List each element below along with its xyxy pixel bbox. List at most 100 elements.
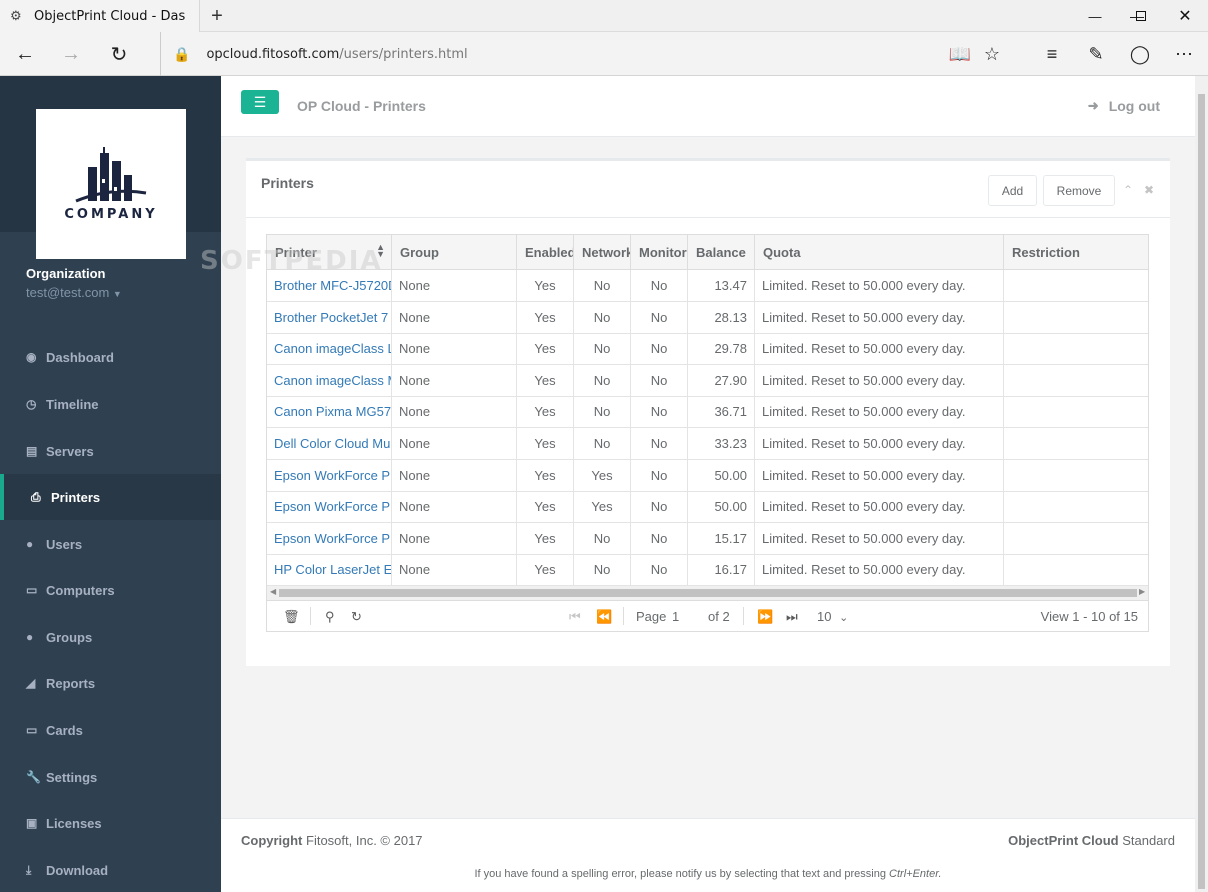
sidebar-item-label: Cards (46, 722, 83, 738)
table-row[interactable]: Epson WorkForce P None Yes Yes No 50.00 Limite… (267, 459, 1148, 492)
remove-button[interactable]: Remove (1043, 175, 1115, 206)
scroll-right-icon[interactable]: ▶ (1139, 587, 1145, 596)
table-row[interactable]: Dell Color Cloud Mu None Yes No No 33.23 Limit… (267, 428, 1148, 460)
collapse-icon[interactable]: ⌃ (1123, 183, 1133, 197)
cell-network: No (574, 364, 631, 396)
cell-printer[interactable]: HP Color LaserJet Er (267, 554, 392, 586)
sidebar-item-licenses[interactable]: ▣ Licenses (0, 800, 221, 846)
cell-quota: Limited. Reset to 50.000 every day. (755, 428, 1004, 459)
column-header-monitor[interactable]: Monitor (631, 235, 688, 270)
sidebar-item-reports[interactable]: ◢ Reports (0, 660, 221, 706)
back-button[interactable]: ← (2, 32, 48, 76)
new-tab-button[interactable]: + (200, 0, 234, 32)
maximize-icon[interactable] (1118, 0, 1164, 32)
scrollbar-thumb[interactable] (279, 589, 1137, 597)
sidebar-item-label: Download (46, 862, 109, 878)
rows-per-page-select[interactable]: 10 ⌄ (817, 609, 848, 624)
cell-network: No (574, 396, 631, 428)
table-row[interactable]: Canon imageClass L None Yes No No 29.78 Limite… (267, 333, 1148, 366)
favorite-star-icon[interactable]: ☆ (970, 32, 1014, 76)
cell-enabled: Yes (517, 270, 574, 301)
cell-balance: 13.47 (688, 270, 755, 301)
spelling-note: If you have found a spelling error, plea… (474, 868, 942, 880)
page-input[interactable]: 1 (672, 609, 679, 624)
cell-printer[interactable]: Epson WorkForce P (267, 459, 392, 491)
cell-monitor: No (631, 333, 688, 365)
sidebar-item-servers[interactable]: ▤ Servers (0, 428, 221, 474)
sidebar-item-label: Settings (46, 769, 98, 785)
forward-button[interactable]: → (48, 32, 94, 76)
column-header-group[interactable]: Group (392, 235, 517, 270)
trash-icon[interactable]: 🗑 (283, 609, 300, 625)
sidebar-item-download[interactable]: ⤓ Download (0, 847, 221, 892)
next-page-icon[interactable]: ⏩ (757, 609, 773, 625)
sidebar-item-label: Printers (51, 489, 101, 505)
sidebar-item-groups[interactable]: ● Groups (0, 614, 221, 660)
hub-icon[interactable]: ≡ (1030, 32, 1074, 76)
url-path: /users/printers.html (339, 46, 468, 62)
footer: Copyright Fitosoft, Inc. © 2017 ObjectPr… (221, 818, 1195, 892)
sidebar-item-cards[interactable]: ▭ Cards (0, 707, 221, 753)
address-bar: ← → ↻ 🔒 opcloud.fitosoft.com/users/print… (0, 32, 1208, 76)
cell-printer[interactable]: Canon imageClass M (267, 364, 392, 396)
add-button[interactable]: Add (988, 175, 1037, 206)
cell-group: None (392, 333, 517, 365)
column-header-enabled[interactable]: Enabled (517, 235, 574, 270)
url-domain: opcloud.fitosoft.com (206, 46, 340, 62)
page-vertical-scrollbar[interactable] (1195, 76, 1208, 892)
url-field[interactable]: 🔒 opcloud.fitosoft.com/users/printers.ht… (160, 32, 920, 76)
search-icon[interactable]: ⚲ (325, 609, 335, 625)
cell-printer[interactable]: Canon Pixma MG57 (267, 396, 392, 428)
toggle-menu-button[interactable]: ☰ (241, 90, 279, 114)
last-page-icon[interactable]: ⏭ (786, 609, 798, 625)
sidebar-item-printers[interactable]: ⎙ Printers (0, 474, 221, 520)
cell-group: None (392, 270, 517, 301)
table-row[interactable]: Brother PocketJet 7 None Yes No No 28.13 Limit… (267, 301, 1148, 334)
sidebar-item-users[interactable]: ● Users (0, 521, 221, 567)
horizontal-scrollbar[interactable]: ◀ ▶ (267, 586, 1148, 600)
cell-group: None (392, 459, 517, 491)
cell-enabled: Yes (517, 459, 574, 491)
column-header-balance[interactable]: Balance (688, 235, 755, 270)
sidebar-item-timeline[interactable]: ◷ Timeline (0, 381, 221, 427)
scroll-left-icon[interactable]: ◀ (270, 587, 276, 596)
column-header-quota[interactable]: Quota (755, 235, 1004, 270)
sidebar-item-settings[interactable]: 🔧 Settings (0, 754, 221, 800)
organization-email-dropdown[interactable]: test@test.com ▼ (26, 285, 122, 300)
prev-page-icon[interactable]: ⏪ (596, 609, 612, 625)
cell-restriction (1004, 460, 1148, 491)
close-panel-icon[interactable]: ✖ (1144, 183, 1154, 197)
first-page-icon[interactable]: ⏮ (569, 609, 581, 625)
share-icon[interactable]: ◯ (1118, 32, 1162, 76)
table-row[interactable]: Epson WorkForce P None Yes Yes No 50.00 Limite… (267, 491, 1148, 524)
column-header-restriction[interactable]: Restriction (1004, 235, 1148, 270)
cell-printer[interactable]: Canon imageClass L (267, 333, 392, 365)
minimize-icon[interactable]: — (1072, 0, 1118, 32)
cell-quota: Limited. Reset to 50.000 every day. (755, 522, 1004, 554)
cell-printer[interactable]: Brother PocketJet 7 (267, 301, 392, 333)
cell-quota: Limited. Reset to 50.000 every day. (755, 396, 1004, 428)
cell-printer[interactable]: Dell Color Cloud Mu (267, 428, 392, 459)
refresh-icon[interactable]: ↻ (351, 609, 362, 625)
table-row[interactable]: Canon imageClass M None Yes No No 27.90 Limite… (267, 364, 1148, 397)
table-row[interactable]: Canon Pixma MG57 None Yes No No 36.71 Limited.… (267, 396, 1148, 429)
cell-printer[interactable]: Epson WorkForce P (267, 491, 392, 523)
column-header-network[interactable]: Network (574, 235, 631, 270)
table-row[interactable]: Epson WorkForce P None Yes No No 15.17 Limited… (267, 522, 1148, 555)
sidebar-item-label: Reports (46, 675, 96, 691)
web-note-icon[interactable]: ✎ (1074, 32, 1118, 76)
browser-tab[interactable]: ⚙ ObjectPrint Cloud - Das (0, 0, 200, 32)
sidebar: COMPANY Organization test@test.com ▼ ◉ D… (0, 76, 221, 892)
cell-printer[interactable]: Epson WorkForce P (267, 522, 392, 554)
table-row[interactable]: HP Color LaserJet Er None Yes No No 16.17 Limi… (267, 554, 1148, 587)
sidebar-item-dashboard[interactable]: ◉ Dashboard (0, 334, 221, 380)
logout-link[interactable]: ➜ Log out (1088, 98, 1160, 114)
cell-group: None (392, 301, 517, 333)
table-row[interactable]: Brother MFC-J5720DWNoneYesNoNo13.47Limit… (267, 270, 1148, 302)
refresh-button[interactable]: ↻ (96, 32, 142, 76)
sidebar-item-computers[interactable]: ▭ Computers (0, 567, 221, 613)
close-window-icon[interactable]: ✕ (1162, 0, 1208, 32)
page-scrollbar-thumb[interactable] (1198, 94, 1205, 889)
more-icon[interactable]: ⋯ (1162, 32, 1206, 76)
download-icon: ⤓ (26, 862, 32, 877)
